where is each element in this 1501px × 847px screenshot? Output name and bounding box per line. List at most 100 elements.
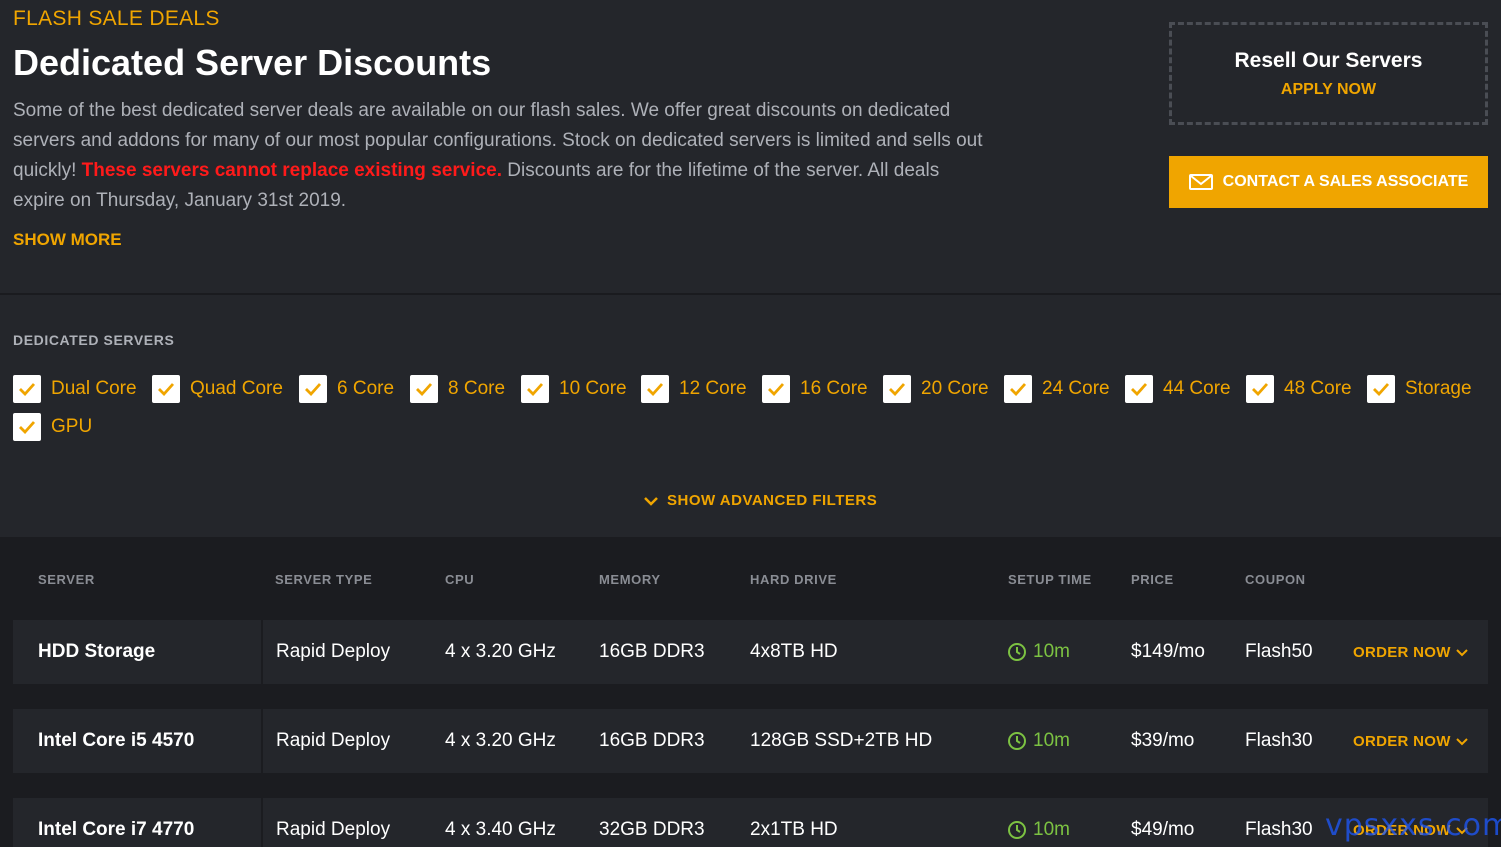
column-header: SETUP TIME xyxy=(1008,572,1092,587)
setup-time: 10m xyxy=(1007,641,1070,663)
filter-checkbox[interactable]: 44 Core xyxy=(1125,375,1231,403)
filter-checkbox[interactable]: 20 Core xyxy=(883,375,989,403)
setup-time-value: 10m xyxy=(1033,641,1070,662)
filter-checkbox-label: 12 Core xyxy=(679,378,747,399)
clock-icon xyxy=(1008,643,1026,661)
filter-checkbox-label: Quad Core xyxy=(190,378,283,399)
filter-checkbox-label: 6 Core xyxy=(337,378,395,399)
price-value: $39/mo xyxy=(1131,730,1195,751)
column-header: MEMORY xyxy=(599,572,661,587)
table-row: Intel Core i7 4770 Rapid Deploy 4 x 3.40 G… xyxy=(13,798,1488,847)
price-value: $49/mo xyxy=(1131,819,1195,840)
hard-drive-value: 2x1TB HD xyxy=(750,819,838,840)
server-type: Rapid Deploy xyxy=(276,819,391,840)
contact-sales-label: CONTACT A SALES ASSOCIATE xyxy=(1222,173,1469,190)
server-name: Intel Core i5 4570 xyxy=(38,730,195,751)
filter-checkbox[interactable]: GPU xyxy=(13,413,92,441)
column-header: HARD DRIVE xyxy=(750,572,837,587)
hard-drive-value: 128GB SSD+2TB HD xyxy=(750,730,933,751)
order-now-button[interactable]: ORDER NOW xyxy=(1353,733,1468,750)
envelope-icon xyxy=(1188,174,1213,190)
server-type: Rapid Deploy xyxy=(276,730,391,751)
checkmark-icon xyxy=(883,375,911,403)
filter-checkbox[interactable]: 6 Core xyxy=(299,375,394,403)
show-more-link[interactable]: SHOW MORE xyxy=(13,230,122,250)
column-header: CPU xyxy=(445,572,475,587)
column-header: SERVER TYPE xyxy=(275,572,373,587)
coupon-code: Flash30 xyxy=(1245,819,1313,840)
setup-time-value: 10m xyxy=(1033,819,1070,840)
checkmark-icon xyxy=(1125,375,1153,403)
cpu-value: 4 x 3.20 GHz xyxy=(445,730,556,751)
filter-checkbox-label: Dual Core xyxy=(51,378,137,399)
coupon-code: Flash30 xyxy=(1245,730,1313,751)
checkmark-icon xyxy=(152,375,180,403)
column-header: COUPON xyxy=(1245,572,1306,587)
setup-time: 10m xyxy=(1007,819,1070,841)
chevron-down-icon xyxy=(644,496,658,506)
price-value: $149/mo xyxy=(1131,641,1205,662)
filter-checkbox-label: 8 Core xyxy=(448,378,506,399)
chevron-down-icon xyxy=(1455,648,1468,656)
coupon-code: Flash50 xyxy=(1245,641,1313,662)
setup-time: 10m xyxy=(1007,730,1070,752)
table-row: HDD Storage Rapid Deploy 4 x 3.20 GHz 16GB … xyxy=(13,620,1488,684)
filter-checkbox[interactable]: 10 Core xyxy=(521,375,627,403)
filter-checkbox[interactable]: 48 Core xyxy=(1246,375,1352,403)
filter-checkbox-label: 20 Core xyxy=(921,378,989,399)
chevron-down-icon xyxy=(1455,737,1468,745)
clock-icon xyxy=(1008,821,1026,839)
filter-checkbox-label: 10 Core xyxy=(559,378,627,399)
cpu-value: 4 x 3.20 GHz xyxy=(445,641,556,662)
row-separator xyxy=(261,709,263,773)
column-header: SERVER xyxy=(38,572,95,587)
memory-value: 16GB DDR3 xyxy=(599,730,705,751)
filter-checkbox-label: 48 Core xyxy=(1284,378,1352,399)
order-now-label: ORDER NOW xyxy=(1353,733,1451,750)
watermark: vpsxxs.com xyxy=(1325,808,1501,843)
checkmark-icon xyxy=(13,413,41,441)
contact-sales-button[interactable]: CONTACT A SALES ASSOCIATE xyxy=(1169,156,1488,208)
filter-checkbox-label: 24 Core xyxy=(1042,378,1110,399)
table-row: Intel Core i5 4570 Rapid Deploy 4 x 3.20 G… xyxy=(13,709,1488,773)
checkmark-icon xyxy=(762,375,790,403)
filter-checkbox[interactable]: 16 Core xyxy=(762,375,868,403)
filter-checkbox[interactable]: Storage xyxy=(1367,375,1472,403)
clock-icon xyxy=(1008,732,1026,750)
filter-checkbox-label: 44 Core xyxy=(1163,378,1231,399)
filter-checkbox[interactable]: 12 Core xyxy=(641,375,747,403)
server-name: HDD Storage xyxy=(38,641,156,662)
memory-value: 32GB DDR3 xyxy=(599,819,705,840)
page-title: Dedicated Server Discounts xyxy=(13,42,492,83)
memory-value: 16GB DDR3 xyxy=(599,641,705,662)
advanced-filters-label: SHOW ADVANCED FILTERS xyxy=(667,492,878,509)
server-type: Rapid Deploy xyxy=(276,641,391,662)
order-now-label: ORDER NOW xyxy=(1353,644,1451,661)
checkmark-icon xyxy=(299,375,327,403)
checkmark-icon xyxy=(410,375,438,403)
row-separator xyxy=(261,620,263,684)
cpu-value: 4 x 3.40 GHz xyxy=(445,819,556,840)
server-name: Intel Core i7 4770 xyxy=(38,819,195,840)
checkmark-icon xyxy=(1367,375,1395,403)
checkmark-icon xyxy=(641,375,669,403)
checkmark-icon xyxy=(1004,375,1032,403)
filter-checkbox[interactable]: 24 Core xyxy=(1004,375,1110,403)
filter-checkbox-label: GPU xyxy=(51,416,93,437)
apply-now-link[interactable]: APPLY NOW xyxy=(1172,81,1485,99)
show-advanced-filters-button[interactable]: SHOW ADVANCED FILTERS xyxy=(643,492,877,509)
filter-checkbox[interactable]: 8 Core xyxy=(410,375,505,403)
column-header: PRICE xyxy=(1131,572,1174,587)
order-now-button[interactable]: ORDER NOW xyxy=(1353,644,1468,661)
filter-checkbox[interactable]: Quad Core xyxy=(152,375,283,403)
filter-checkbox[interactable]: Dual Core xyxy=(13,375,137,403)
eyebrow-label: FLASH SALE DEALS xyxy=(13,7,220,30)
setup-time-value: 10m xyxy=(1033,730,1070,751)
hard-drive-value: 4x8TB HD xyxy=(750,641,838,662)
filter-checkbox-label: Storage xyxy=(1405,378,1472,399)
resell-box: Resell Our Servers APPLY NOW xyxy=(1169,22,1488,125)
filters-label: DEDICATED SERVERS xyxy=(13,332,175,348)
page-description: Some of the best dedicated server deals … xyxy=(13,96,988,216)
filter-checkbox-label: 16 Core xyxy=(800,378,868,399)
checkmark-icon xyxy=(521,375,549,403)
